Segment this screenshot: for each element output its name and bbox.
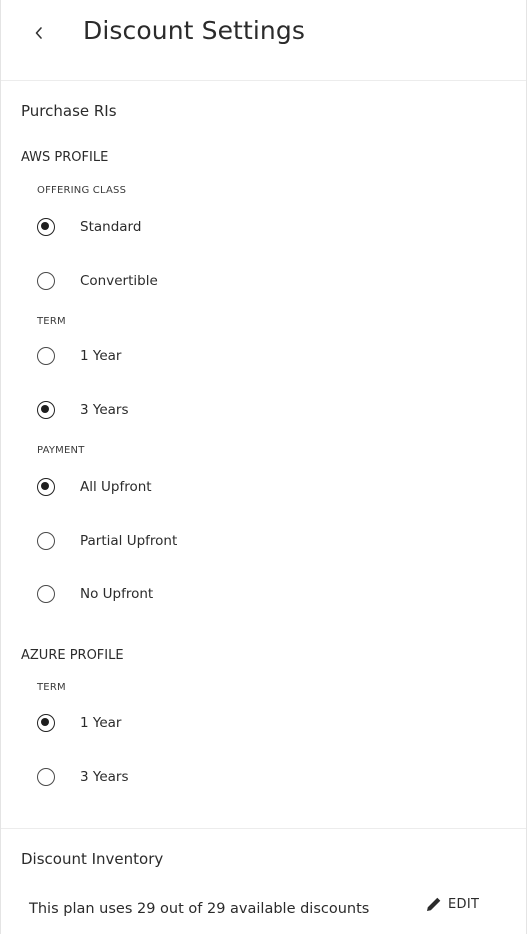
radio-label: 1 Year — [80, 715, 122, 731]
discount-inventory-title: Discount Inventory — [21, 850, 164, 868]
radio-aws-term-1-year[interactable]: 1 Year — [37, 343, 121, 369]
page-title: Discount Settings — [83, 16, 305, 45]
azure-term-label: TERM — [37, 682, 66, 693]
radio-payment-all-upfront[interactable]: All Upfront — [37, 474, 152, 500]
radio-checked-icon[interactable] — [37, 478, 55, 496]
radio-label: 3 Years — [80, 402, 129, 418]
radio-checked-icon[interactable] — [37, 714, 55, 732]
radio-azure-term-1-year[interactable]: 1 Year — [37, 710, 121, 736]
radio-offering-convertible[interactable]: Convertible — [37, 268, 158, 294]
radio-unchecked-icon[interactable] — [37, 585, 55, 603]
radio-azure-term-3-years[interactable]: 3 Years — [37, 764, 129, 790]
edit-label: EDIT — [448, 896, 480, 912]
azure-profile-title: AZURE PROFILE — [21, 648, 124, 663]
radio-label: Convertible — [80, 273, 158, 289]
section-divider — [1, 828, 526, 829]
radio-label: No Upfront — [80, 586, 154, 602]
radio-payment-no-upfront[interactable]: No Upfront — [37, 581, 153, 607]
radio-payment-partial-upfront[interactable]: Partial Upfront — [37, 528, 177, 554]
edit-button[interactable]: EDIT — [425, 893, 479, 915]
discount-settings-panel: Discount Settings Purchase RIs AWS PROFI… — [0, 0, 527, 934]
radio-checked-icon[interactable] — [37, 218, 55, 236]
radio-label: Partial Upfront — [80, 533, 178, 549]
radio-label: Standard — [80, 219, 142, 235]
radio-offering-standard[interactable]: Standard — [37, 214, 141, 240]
radio-unchecked-icon[interactable] — [37, 272, 55, 290]
aws-offering-class-label: OFFERING CLASS — [37, 185, 127, 196]
inventory-summary: This plan uses 29 out of 29 available di… — [29, 901, 370, 917]
radio-unchecked-icon[interactable] — [37, 768, 55, 786]
radio-checked-icon[interactable] — [37, 401, 55, 419]
radio-label: 1 Year — [80, 348, 122, 364]
pencil-icon — [427, 897, 441, 911]
radio-label: All Upfront — [80, 479, 152, 495]
panel-header: Discount Settings — [1, 0, 526, 81]
back-button[interactable] — [31, 18, 47, 48]
aws-payment-label: PAYMENT — [37, 445, 85, 456]
radio-label: 3 Years — [80, 769, 129, 785]
chevron-left-icon — [35, 27, 42, 39]
aws-profile-title: AWS PROFILE — [21, 150, 109, 165]
radio-aws-term-3-years[interactable]: 3 Years — [37, 397, 129, 423]
purchase-ris-title: Purchase RIs — [21, 102, 117, 120]
radio-unchecked-icon[interactable] — [37, 532, 55, 550]
radio-unchecked-icon[interactable] — [37, 347, 55, 365]
aws-term-label: TERM — [37, 316, 66, 327]
